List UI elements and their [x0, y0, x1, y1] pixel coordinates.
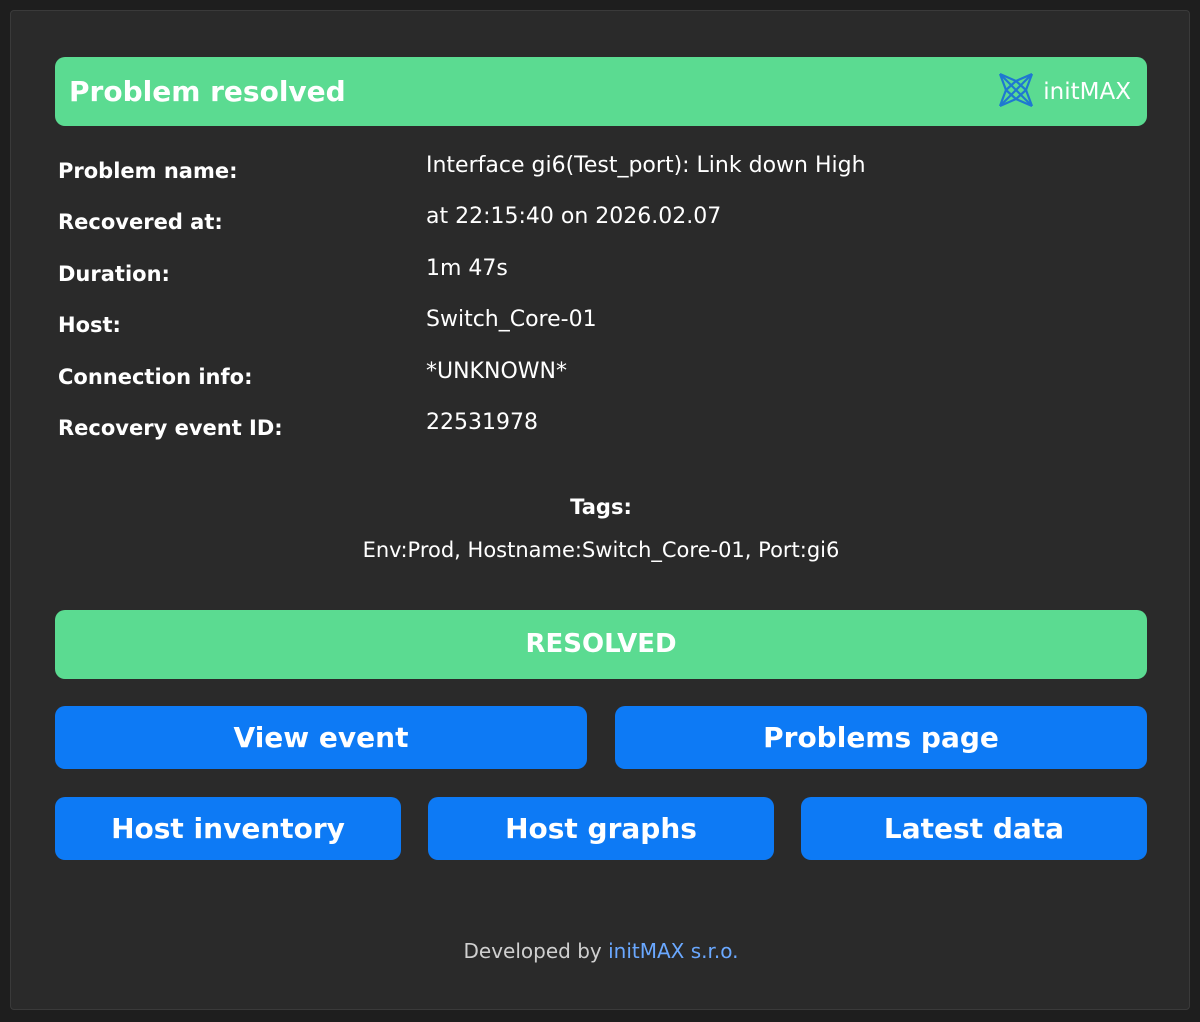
detail-value: 1m 47s [426, 255, 508, 281]
detail-value: at 22:15:40 on 2026.02.07 [426, 204, 722, 230]
detail-row-recovery-event-id: Recovery event ID: 22531978 [58, 410, 1148, 461]
detail-label: Recovery event ID: [58, 415, 283, 440]
host-graphs-button[interactable]: Host graphs [428, 797, 774, 860]
latest-data-button[interactable]: Latest data [801, 797, 1147, 860]
detail-label: Duration: [58, 261, 170, 286]
detail-value: *UNKNOWN* [426, 358, 567, 384]
detail-label: Problem name: [58, 159, 238, 183]
status-header: Problem resolved initMAX [55, 57, 1147, 126]
detail-value: 22531978 [426, 409, 538, 435]
detail-row-problem-name: Problem name: Interface gi6(Test_port): … [58, 153, 1148, 204]
detail-value: Interface gi6(Test_port): Link down High [426, 153, 866, 178]
notification-card: Problem resolved initMAX Problem name: I… [10, 10, 1190, 1010]
tags-title: Tags: [570, 495, 632, 519]
details-list: Problem name: Interface gi6(Test_port): … [58, 153, 1148, 461]
detail-label: Recovered at: [58, 210, 223, 235]
footer-company-link[interactable]: initMAX s.r.o. [608, 939, 738, 963]
tags-value: Env:Prod, Hostname:Switch_Core-01, Port:… [362, 538, 840, 562]
detail-label: Host: [58, 313, 121, 338]
problems-page-button[interactable]: Problems page [615, 706, 1147, 769]
detail-label: Connection info: [58, 364, 253, 389]
resolved-status-bar: RESOLVED [55, 610, 1147, 679]
detail-row-duration: Duration: 1m 47s [58, 256, 1148, 307]
detail-row-recovered-at: Recovered at: at 22:15:40 on 2026.02.07 [58, 204, 1148, 255]
detail-value: Switch_Core-01 [426, 307, 597, 333]
brand-name: initMAX [1043, 78, 1131, 105]
brand: initMAX [997, 57, 1131, 126]
footer-text: Developed by [463, 939, 602, 963]
initmax-logo-icon [997, 71, 1035, 113]
view-event-button[interactable]: View event [55, 706, 587, 769]
host-inventory-button[interactable]: Host inventory [55, 797, 401, 860]
detail-row-connection-info: Connection info: *UNKNOWN* [58, 359, 1148, 410]
detail-row-host: Host: Switch_Core-01 [58, 307, 1148, 358]
header-title: Problem resolved [69, 75, 346, 108]
footer: Developed by initMAX s.r.o. [11, 939, 1191, 963]
